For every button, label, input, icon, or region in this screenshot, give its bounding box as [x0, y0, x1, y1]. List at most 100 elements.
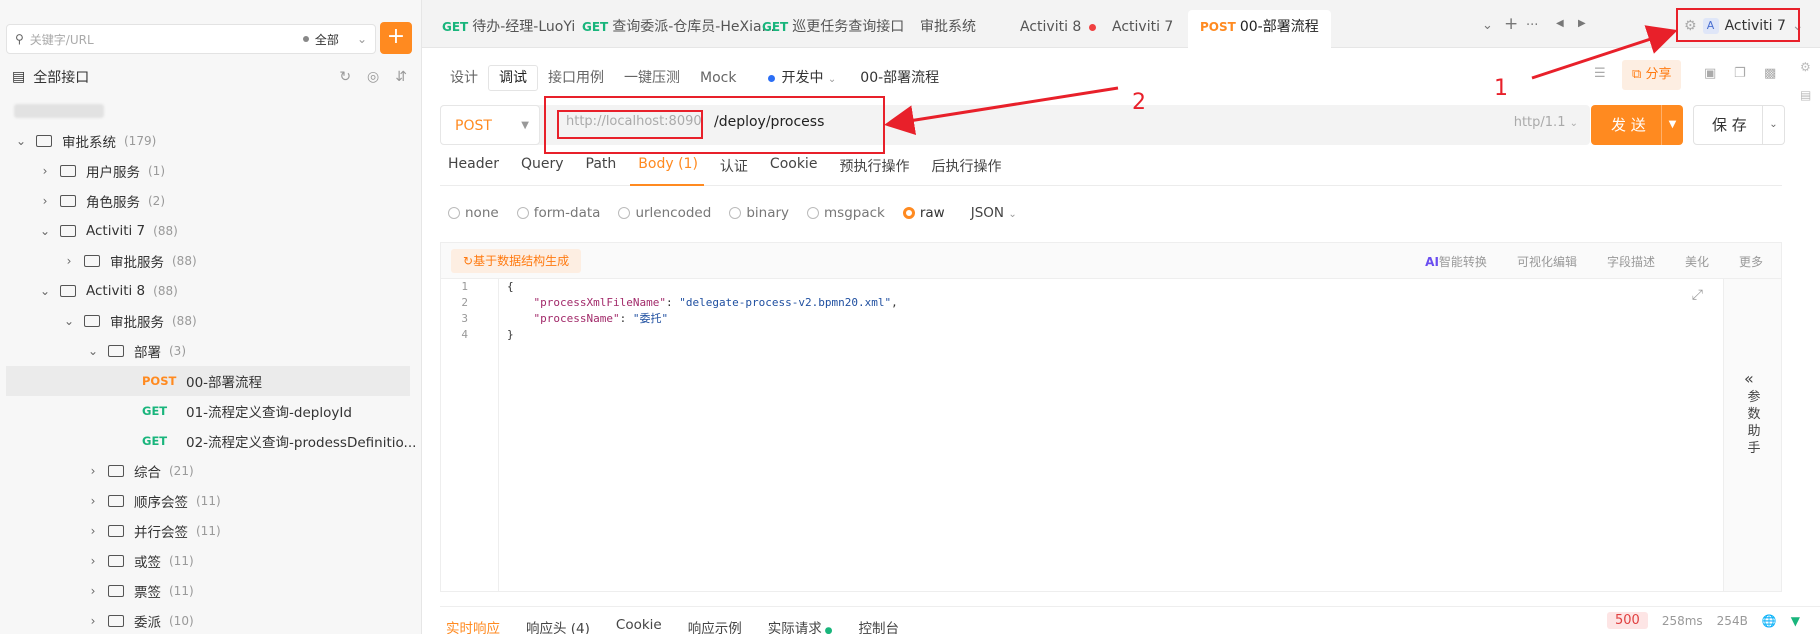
request-tab[interactable]: Header — [440, 152, 505, 186]
globe-icon[interactable]: 🌐 — [1762, 614, 1777, 628]
lock-icon[interactable]: ▣ — [1704, 66, 1716, 81]
folder-item[interactable]: › 角色服务 (2) — [0, 186, 422, 216]
chevron-down-icon[interactable]: ⌄ — [62, 314, 76, 328]
protocol-select[interactable]: http/1.1 ⌄ — [1514, 115, 1578, 130]
request-tab[interactable]: 认证 — [712, 152, 754, 186]
body-type-option[interactable]: raw — [902, 205, 945, 221]
doc-icon[interactable]: ▤ — [1800, 88, 1820, 102]
api-item[interactable]: GET 02-流程定义查询-prodessDefinitio... — [0, 426, 422, 456]
request-tab[interactable]: Body (1) — [630, 152, 704, 186]
mode-tab[interactable]: 一键压测 — [614, 66, 690, 90]
request-tab[interactable]: 预执行操作 — [831, 152, 915, 186]
editor-action[interactable]: 更多 — [1739, 253, 1763, 270]
refresh-icon[interactable]: ↻ — [339, 69, 351, 85]
folder-item[interactable]: › 或签 (11) — [0, 546, 422, 576]
tab-item[interactable]: Activiti 8 — [1008, 10, 1108, 48]
folder-item[interactable]: › 综合 (21) — [0, 456, 422, 486]
response-tab[interactable]: 实际请求 ● — [768, 617, 833, 634]
chevron-right-icon[interactable]: › — [86, 464, 100, 478]
tab-item[interactable]: Activiti 7 — [1100, 10, 1185, 48]
folder-item[interactable]: ⌄ Activiti 7 (88) — [0, 216, 422, 246]
request-tab[interactable]: Query — [513, 152, 570, 186]
param-assistant-panel[interactable]: « 参数助手 — [1723, 279, 1781, 591]
save-icon[interactable]: ▩ — [1764, 66, 1776, 81]
generate-button[interactable]: ↻基于数据结构生成 — [451, 249, 582, 273]
download-icon[interactable]: ▼ — [1791, 614, 1800, 628]
api-item[interactable]: POST 00-部署流程 — [6, 366, 410, 396]
tab-list-chevron-icon[interactable]: ⌄ — [1482, 18, 1493, 33]
format-icon[interactable]: ☰ — [1594, 66, 1606, 81]
next-tab-icon[interactable]: ▶ — [1578, 18, 1586, 29]
locate-icon[interactable]: ◎ — [367, 69, 379, 85]
folder-item[interactable]: › 并行会签 (11) — [0, 516, 422, 546]
save-button[interactable]: 保 存 ⌄ — [1693, 105, 1785, 145]
code-content[interactable]: { "processXmlFileName": "delegate-proces… — [499, 279, 898, 343]
search-input[interactable]: ⚲ 关键字/URL 全部 ⌄ — [6, 24, 376, 54]
filter-select[interactable]: 全部 ⌄ — [302, 31, 367, 48]
more-tabs-icon[interactable]: ··· — [1526, 18, 1538, 33]
tab-item[interactable]: GET 巡更任务查询接口 — [750, 10, 916, 48]
response-tab[interactable]: 控制台 — [858, 617, 899, 634]
body-format-select[interactable]: JSON ⌄ — [971, 205, 1017, 221]
response-tab[interactable]: 响应示例 — [688, 617, 742, 634]
editor-action[interactable]: 美化 — [1685, 253, 1709, 270]
tab-item[interactable]: POST 00-部署流程 — [1188, 10, 1331, 48]
api-item[interactable]: GET 01-流程定义查询-deployId — [0, 396, 422, 426]
chevron-right-icon[interactable]: › — [38, 194, 52, 208]
folder-item[interactable]: › 委派 (10) — [0, 606, 422, 634]
send-button[interactable]: 发 送 ▼ — [1591, 105, 1683, 145]
body-editor[interactable]: ↻基于数据结构生成 AI智能转换 可视化编辑 字段描述 美化 更多 1 2 3 4 { "pr… — [440, 242, 1782, 592]
chevron-right-icon[interactable]: › — [86, 584, 100, 598]
folder-item[interactable]: › 审批服务 (88) — [0, 246, 422, 276]
prev-tab-icon[interactable]: ◀ — [1556, 18, 1564, 29]
chevron-right-icon[interactable]: › — [86, 524, 100, 538]
chevron-right-icon[interactable]: › — [86, 614, 100, 628]
folder-item[interactable]: › 用户服务 (1) — [0, 156, 422, 186]
tab-item[interactable]: 审批系统 — [908, 10, 988, 48]
mode-tab[interactable]: 接口用例 — [538, 66, 614, 90]
chevron-right-icon[interactable]: › — [38, 164, 52, 178]
folder-item[interactable]: ⌄ 部署 (3) — [0, 336, 422, 366]
mode-tab[interactable]: 设计 — [440, 66, 488, 90]
response-tab[interactable]: 响应头 (4) — [526, 617, 590, 634]
request-tab[interactable]: Cookie — [762, 152, 824, 186]
body-type-option[interactable]: msgpack — [807, 205, 885, 221]
mode-tab[interactable]: Mock — [690, 66, 746, 90]
fullscreen-icon[interactable]: ⤢ — [1692, 287, 1703, 303]
chevron-down-icon[interactable]: ⌄ — [38, 284, 52, 298]
expand-collapse-icon[interactable]: ⇵ — [395, 69, 407, 85]
body-type-option[interactable]: urlencoded — [618, 205, 711, 221]
request-tab[interactable]: 后执行操作 — [923, 152, 1007, 186]
folder-item[interactable]: ⌄ 审批系统 (179) — [0, 126, 422, 156]
chevron-down-icon[interactable]: ▼ — [1661, 105, 1683, 145]
editor-action[interactable]: 可视化编辑 — [1517, 253, 1577, 270]
chevron-down-icon[interactable]: ⌄ — [86, 344, 100, 358]
chevron-right-icon[interactable]: › — [86, 554, 100, 568]
add-button[interactable]: + — [380, 22, 412, 54]
body-type-option[interactable]: none — [448, 205, 499, 221]
body-type-option[interactable]: form-data — [516, 205, 600, 221]
share-button[interactable]: ⧉ 分享 — [1622, 60, 1682, 90]
status-select[interactable]: 开发中 ⌄ — [768, 67, 836, 87]
tab-item[interactable]: GET 待办-经理-LuoYi — [430, 10, 587, 48]
editor-action[interactable]: AI智能转换 — [1425, 253, 1487, 270]
folder-item[interactable]: › 顺序会签 (11) — [0, 486, 422, 516]
method-select[interactable]: POST ▼ — [440, 105, 540, 145]
folder-item[interactable]: › 票签 (11) — [0, 576, 422, 606]
chevron-down-icon[interactable]: ⌄ — [1762, 106, 1784, 144]
mode-tab[interactable]: 调试 — [488, 65, 538, 91]
folder-item[interactable]: ⌄ Activiti 8 (88) — [0, 276, 422, 306]
chevron-right-icon[interactable]: › — [62, 254, 76, 268]
copy-icon[interactable]: ❐ — [1734, 66, 1746, 81]
editor-action[interactable]: 字段描述 — [1607, 253, 1655, 270]
chevron-down-icon[interactable]: ⌄ — [14, 134, 28, 148]
body-type-option[interactable]: binary — [729, 205, 789, 221]
response-tab[interactable]: 实时响应 — [446, 617, 500, 634]
chevron-down-icon[interactable]: ⌄ — [38, 224, 52, 238]
new-tab-icon[interactable]: + — [1504, 14, 1518, 34]
chevron-right-icon[interactable]: › — [86, 494, 100, 508]
request-tab[interactable]: Path — [578, 152, 623, 186]
folder-item[interactable]: ⌄ 审批服务 (88) — [0, 306, 422, 336]
settings-icon[interactable]: ⚙ — [1800, 60, 1820, 74]
response-tab[interactable]: Cookie — [616, 617, 662, 634]
